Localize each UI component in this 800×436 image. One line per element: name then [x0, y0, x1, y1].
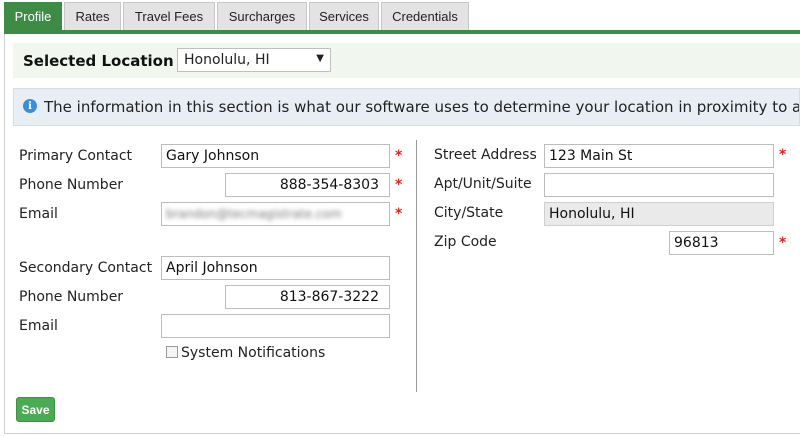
- location-bar: Selected Location Honolulu, HI ▼: [13, 43, 800, 78]
- required-marker: *: [395, 177, 403, 193]
- primary-contact-label: Primary Contact: [19, 148, 133, 164]
- tab-profile[interactable]: Profile: [4, 2, 62, 30]
- apt-unit-suite-label: Apt/Unit/Suite: [434, 176, 532, 192]
- info-icon: i: [23, 99, 37, 113]
- secondary-phone-label: Phone Number: [19, 289, 124, 305]
- zip-code-input[interactable]: 96813: [669, 231, 774, 255]
- secondary-email-label: Email: [19, 318, 58, 334]
- system-notifications-checkbox[interactable]: [166, 346, 178, 358]
- primary-phone-label: Phone Number: [19, 177, 124, 193]
- tab-credentials[interactable]: Credentials: [381, 2, 469, 30]
- tab-services[interactable]: Services: [309, 2, 379, 30]
- primary-email-input[interactable]: brandon@tecmagistrate.com: [161, 202, 390, 226]
- secondary-contact-input[interactable]: April Johnson: [161, 256, 390, 280]
- primary-email-label: Email: [19, 206, 58, 222]
- info-banner: i The information in this section is wha…: [13, 88, 800, 126]
- location-select-value: Honolulu, HI: [184, 52, 270, 68]
- location-select[interactable]: Honolulu, HI ▼: [177, 48, 331, 72]
- tab-travel-fees[interactable]: Travel Fees: [123, 2, 215, 30]
- save-button[interactable]: Save: [16, 397, 55, 422]
- system-notifications-label: System Notifications: [181, 345, 326, 361]
- zip-code-label: Zip Code: [434, 234, 497, 250]
- city-state-field: Honolulu, HI: [544, 202, 774, 226]
- required-marker: *: [395, 206, 403, 222]
- apt-unit-suite-input[interactable]: [544, 173, 774, 197]
- tab-rates[interactable]: Rates: [64, 2, 121, 30]
- street-address-input[interactable]: 123 Main St: [544, 144, 774, 168]
- tab-surcharges[interactable]: Surcharges: [217, 2, 307, 30]
- column-divider: [416, 140, 417, 392]
- city-state-label: City/State: [434, 205, 504, 221]
- info-text: The information in this section is what …: [44, 98, 800, 116]
- required-marker: *: [779, 235, 787, 251]
- secondary-email-input[interactable]: [161, 314, 390, 338]
- caret-down-icon: ▼: [316, 53, 324, 64]
- primary-contact-input[interactable]: Gary Johnson: [161, 144, 390, 168]
- street-address-label: Street Address: [434, 147, 537, 163]
- secondary-contact-label: Secondary Contact: [19, 260, 153, 276]
- primary-phone-input[interactable]: 888-354-8303: [225, 173, 390, 197]
- secondary-phone-input[interactable]: 813-867-3222: [225, 285, 390, 309]
- selected-location-label: Selected Location: [23, 52, 174, 70]
- required-marker: *: [779, 147, 787, 163]
- required-marker: *: [395, 148, 403, 164]
